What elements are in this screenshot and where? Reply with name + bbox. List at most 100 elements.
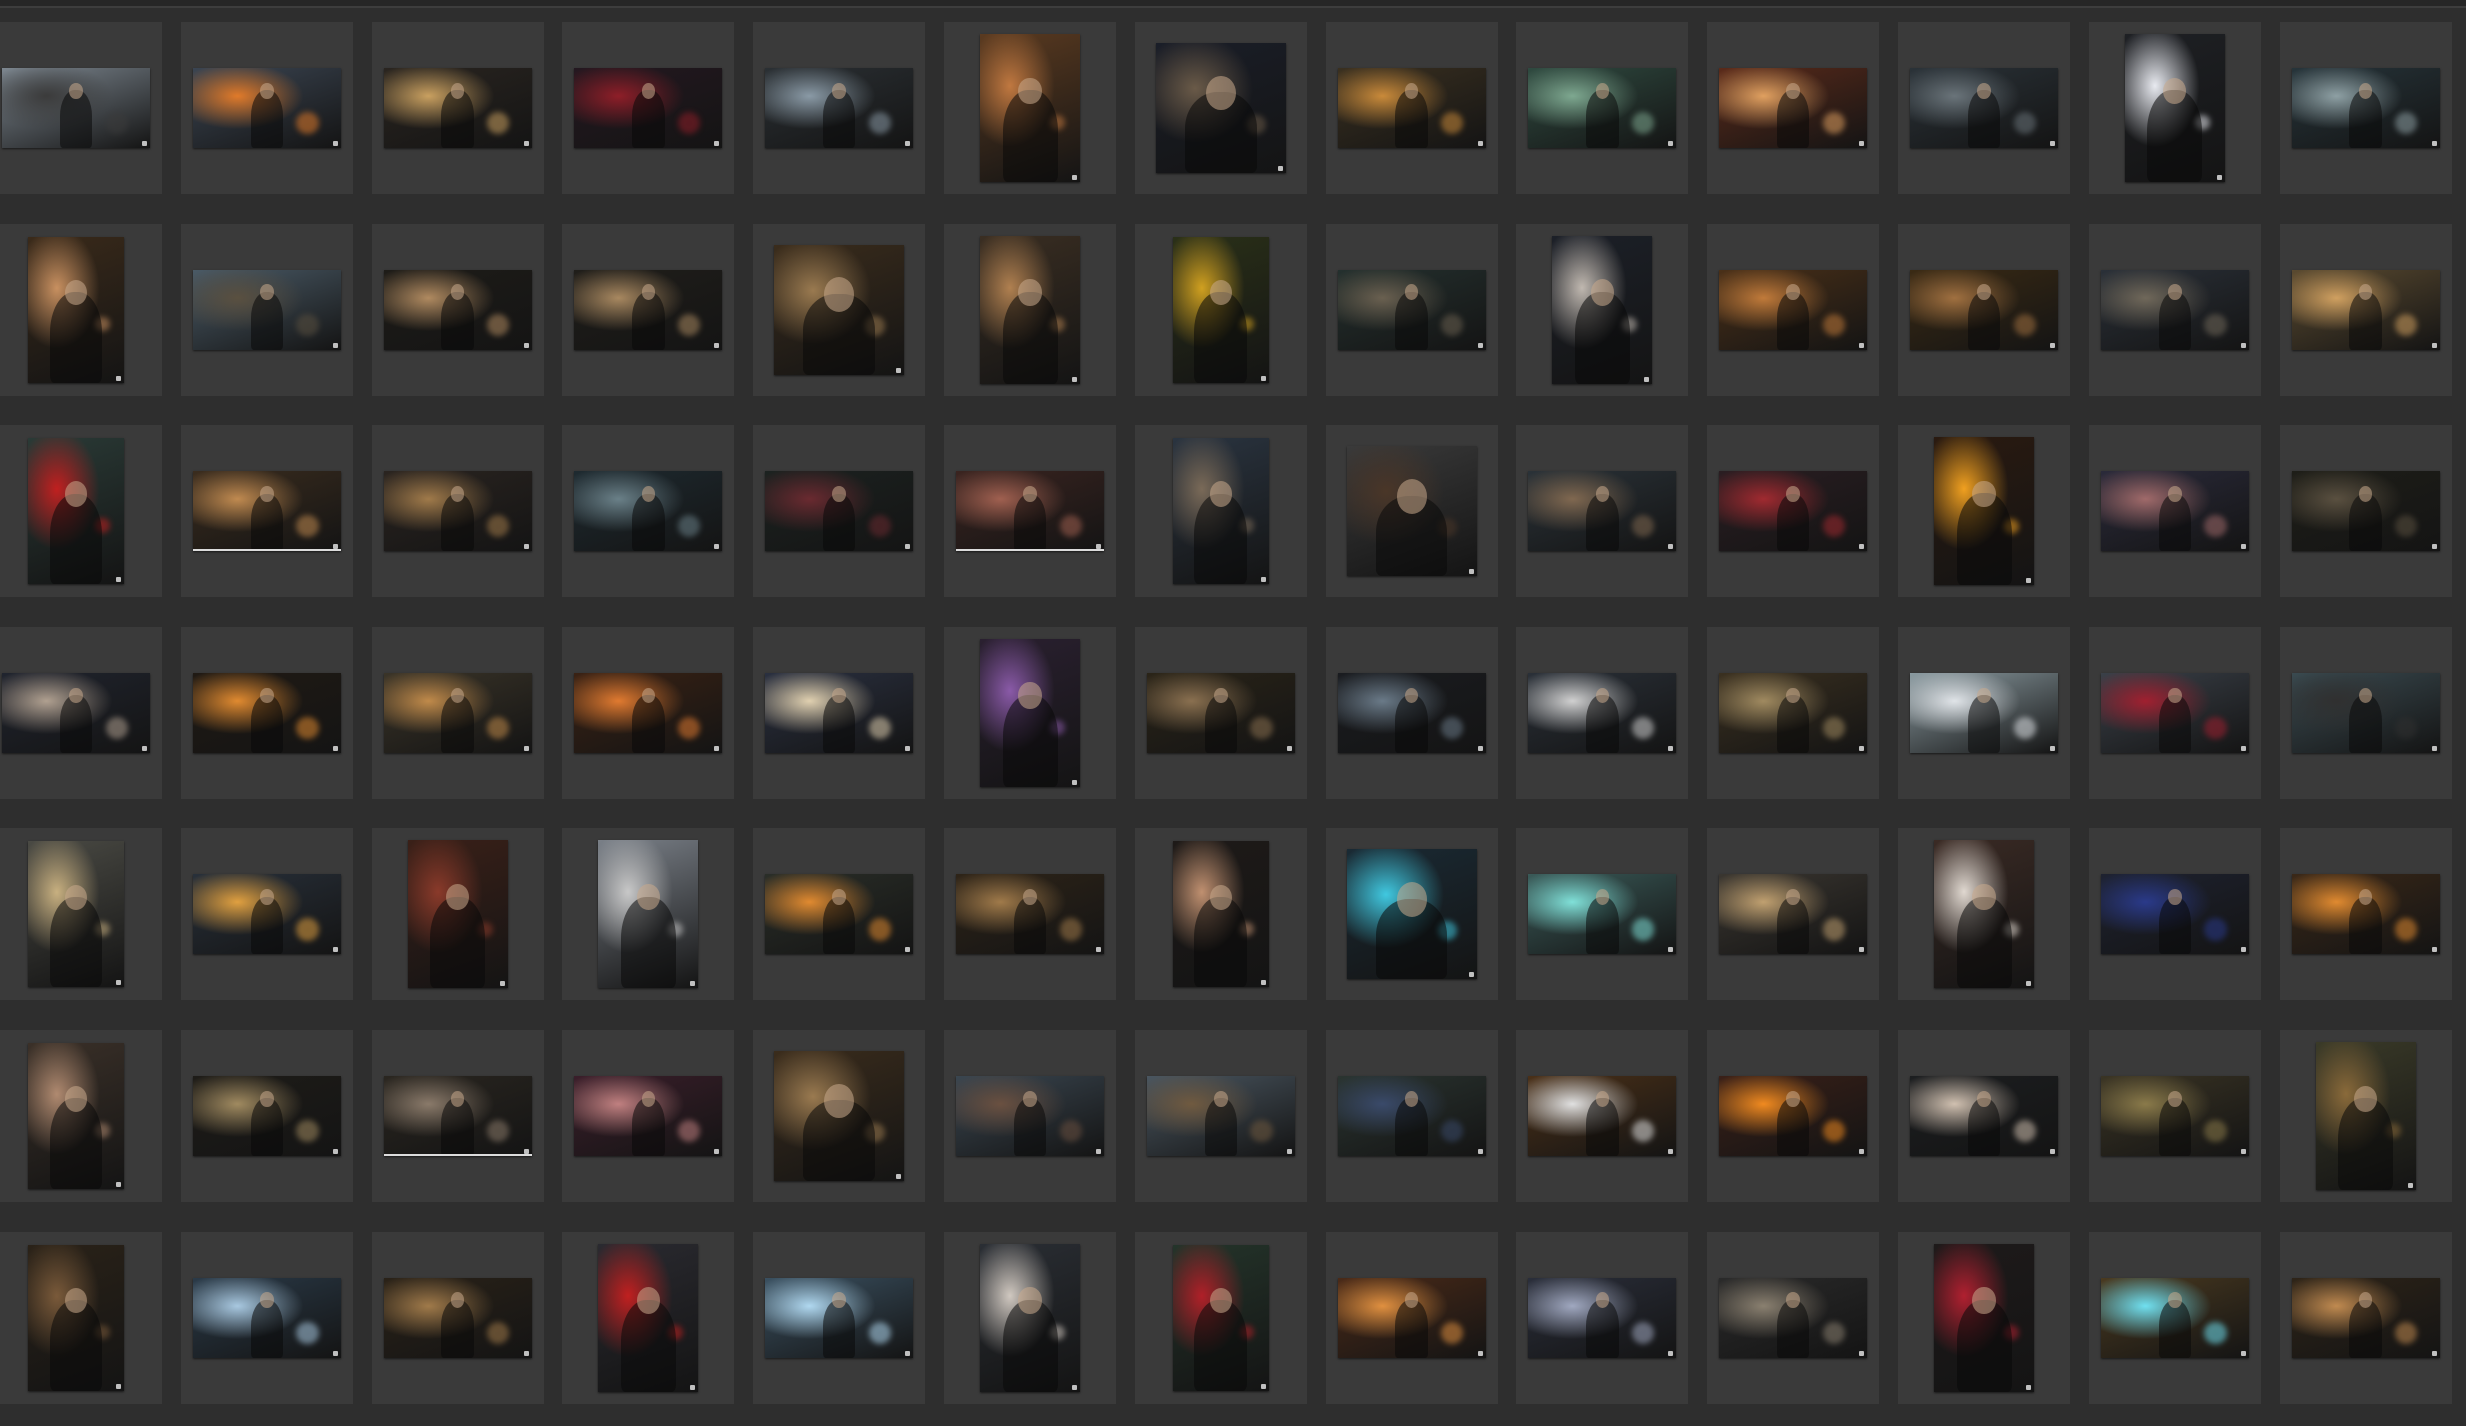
thumbnail-cell[interactable] bbox=[944, 223, 1116, 396]
thumbnail-cell[interactable] bbox=[1898, 626, 2070, 799]
thumbnail-image[interactable] bbox=[383, 471, 532, 552]
thumbnail-cell[interactable] bbox=[0, 1030, 162, 1202]
thumbnail-image[interactable] bbox=[1337, 269, 1486, 350]
thumbnail-cell[interactable] bbox=[1134, 223, 1307, 396]
thumbnail-cell[interactable] bbox=[0, 22, 162, 194]
thumbnail-cell[interactable] bbox=[0, 626, 162, 799]
thumbnail-image[interactable] bbox=[192, 269, 341, 350]
thumbnail-image[interactable] bbox=[1337, 1076, 1486, 1156]
thumbnail-cell[interactable] bbox=[1898, 425, 2070, 598]
thumbnail-image[interactable] bbox=[192, 68, 341, 148]
thumbnail-cell[interactable] bbox=[2088, 223, 2261, 396]
thumbnail-cell[interactable] bbox=[1707, 223, 1880, 396]
thumbnail-cell[interactable] bbox=[753, 828, 926, 1001]
thumbnail-image[interactable] bbox=[1528, 672, 1677, 753]
thumbnail-image[interactable] bbox=[28, 1244, 124, 1391]
thumbnail-image[interactable] bbox=[192, 1277, 341, 1358]
thumbnail-cell[interactable] bbox=[371, 1030, 544, 1202]
thumbnail-image[interactable] bbox=[2291, 471, 2440, 552]
thumbnail-image[interactable] bbox=[383, 68, 532, 148]
thumbnail-cell[interactable] bbox=[2088, 22, 2261, 194]
thumbnail-cell[interactable] bbox=[1898, 828, 2070, 1001]
thumbnail-image[interactable] bbox=[2315, 1042, 2416, 1190]
thumbnail-image[interactable] bbox=[1934, 1243, 2034, 1392]
thumbnail-image[interactable] bbox=[1146, 1076, 1295, 1156]
thumbnail-cell[interactable] bbox=[562, 425, 735, 598]
thumbnail-image[interactable] bbox=[765, 1277, 914, 1358]
thumbnail-cell[interactable] bbox=[753, 1030, 926, 1202]
thumbnail-image[interactable] bbox=[1719, 874, 1868, 955]
thumbnail-cell[interactable] bbox=[944, 1231, 1116, 1404]
thumbnail-image[interactable] bbox=[1719, 471, 1868, 552]
thumbnail-cell[interactable] bbox=[371, 223, 544, 396]
thumbnail-cell[interactable] bbox=[2088, 425, 2261, 598]
thumbnail-cell[interactable] bbox=[1898, 22, 2070, 194]
thumbnail-image[interactable] bbox=[1719, 1277, 1868, 1358]
thumbnail-cell[interactable] bbox=[2279, 1030, 2452, 1202]
thumbnail-image[interactable] bbox=[1346, 849, 1477, 980]
thumbnail-cell[interactable] bbox=[1325, 828, 1498, 1001]
thumbnail-image[interactable] bbox=[407, 840, 508, 989]
thumbnail-image[interactable] bbox=[2, 68, 150, 148]
thumbnail-cell[interactable] bbox=[1325, 1030, 1498, 1202]
thumbnail-image[interactable] bbox=[598, 1243, 699, 1392]
thumbnail-image[interactable] bbox=[1528, 471, 1677, 552]
thumbnail-image[interactable] bbox=[28, 236, 124, 383]
thumbnail-cell[interactable] bbox=[1325, 425, 1498, 598]
thumbnail-cell[interactable] bbox=[2088, 1030, 2261, 1202]
thumbnail-cell[interactable] bbox=[2279, 223, 2452, 396]
thumbnail-image[interactable] bbox=[2291, 672, 2440, 753]
thumbnail-cell[interactable] bbox=[371, 828, 544, 1001]
thumbnail-image[interactable] bbox=[2100, 1277, 2249, 1358]
thumbnail-image[interactable] bbox=[956, 471, 1104, 552]
thumbnail-image[interactable] bbox=[1552, 235, 1653, 384]
thumbnail-image[interactable] bbox=[1528, 1277, 1677, 1358]
thumbnail-cell[interactable] bbox=[2088, 1231, 2261, 1404]
thumbnail-image[interactable] bbox=[956, 874, 1104, 955]
thumbnail-cell[interactable] bbox=[944, 1030, 1116, 1202]
thumbnail-image[interactable] bbox=[980, 638, 1080, 787]
thumbnail-image[interactable] bbox=[1910, 68, 2058, 148]
thumbnail-cell[interactable] bbox=[1898, 1030, 2070, 1202]
thumbnail-image[interactable] bbox=[2100, 269, 2249, 350]
thumbnail-image[interactable] bbox=[2100, 672, 2249, 753]
thumbnail-cell[interactable] bbox=[371, 626, 544, 799]
thumbnail-image[interactable] bbox=[1155, 43, 1286, 173]
thumbnail-image[interactable] bbox=[1146, 672, 1295, 753]
thumbnail-image[interactable] bbox=[2100, 471, 2249, 552]
thumbnail-cell[interactable] bbox=[180, 828, 353, 1001]
thumbnail-image[interactable] bbox=[1172, 438, 1269, 585]
thumbnail-image[interactable] bbox=[383, 1277, 532, 1358]
thumbnail-image[interactable] bbox=[1910, 672, 2058, 753]
thumbnail-cell[interactable] bbox=[2279, 626, 2452, 799]
thumbnail-image[interactable] bbox=[1337, 68, 1486, 148]
thumbnail-image[interactable] bbox=[28, 841, 124, 988]
thumbnail-cell[interactable] bbox=[562, 626, 735, 799]
thumbnail-cell[interactable] bbox=[180, 223, 353, 396]
thumbnail-cell[interactable] bbox=[0, 425, 162, 598]
thumbnail-image[interactable] bbox=[192, 1076, 341, 1156]
thumbnail-cell[interactable] bbox=[0, 223, 162, 396]
thumbnail-cell[interactable] bbox=[2088, 626, 2261, 799]
thumbnail-cell[interactable] bbox=[1134, 425, 1307, 598]
thumbnail-image[interactable] bbox=[1719, 672, 1868, 753]
thumbnail-image[interactable] bbox=[574, 68, 723, 148]
thumbnail-cell[interactable] bbox=[1707, 1231, 1880, 1404]
thumbnail-image[interactable] bbox=[2291, 269, 2440, 350]
thumbnail-cell[interactable] bbox=[753, 1231, 926, 1404]
thumbnail-image[interactable] bbox=[1172, 841, 1269, 988]
thumbnail-image[interactable] bbox=[1172, 236, 1269, 383]
thumbnail-image[interactable] bbox=[1910, 1076, 2058, 1156]
thumbnail-image[interactable] bbox=[2100, 874, 2249, 955]
thumbnail-image[interactable] bbox=[2291, 1277, 2440, 1358]
thumbnail-cell[interactable] bbox=[1516, 22, 1689, 194]
thumbnail-cell[interactable] bbox=[1516, 1231, 1689, 1404]
thumbnail-image[interactable] bbox=[574, 1076, 723, 1156]
thumbnail-cell[interactable] bbox=[180, 22, 353, 194]
thumbnail-cell[interactable] bbox=[562, 223, 735, 396]
thumbnail-cell[interactable] bbox=[2088, 828, 2261, 1001]
thumbnail-image[interactable] bbox=[1719, 1076, 1868, 1156]
thumbnail-cell[interactable] bbox=[180, 1231, 353, 1404]
thumbnail-image[interactable] bbox=[1346, 446, 1477, 577]
thumbnail-image[interactable] bbox=[2, 672, 150, 753]
